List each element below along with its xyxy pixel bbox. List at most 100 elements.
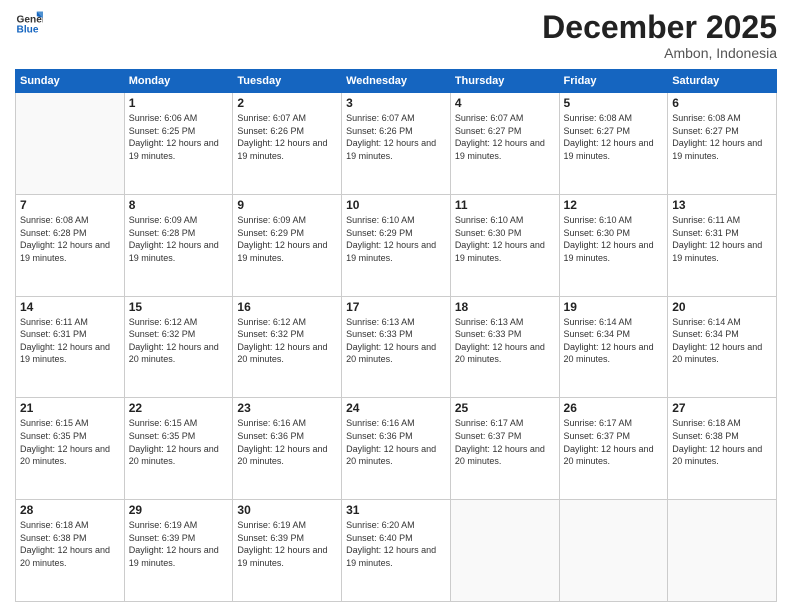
day-info: Sunrise: 6:19 AM Sunset: 6:39 PM Dayligh… — [237, 519, 337, 569]
day-info: Sunrise: 6:11 AM Sunset: 6:31 PM Dayligh… — [20, 316, 120, 366]
day-info: Sunrise: 6:07 AM Sunset: 6:27 PM Dayligh… — [455, 112, 555, 162]
day-number: 28 — [20, 503, 120, 517]
table-row: 6 Sunrise: 6:08 AM Sunset: 6:27 PM Daylig… — [668, 93, 777, 195]
day-number: 5 — [564, 96, 664, 110]
col-friday: Friday — [559, 70, 668, 93]
day-number: 18 — [455, 300, 555, 314]
day-info: Sunrise: 6:08 AM Sunset: 6:28 PM Dayligh… — [20, 214, 120, 264]
header: General Blue December 2025 Ambon, Indone… — [15, 10, 777, 61]
month-year: December 2025 — [542, 10, 777, 45]
table-row: 17 Sunrise: 6:13 AM Sunset: 6:33 PM Dayli… — [342, 296, 451, 398]
table-row: 12Sunrise: 6:10 AM Sunset: 6:30 PM Dayli… — [559, 194, 668, 296]
day-number: 6 — [672, 96, 772, 110]
day-info: Sunrise: 6:10 AM Sunset: 6:30 PM Dayligh… — [455, 214, 555, 264]
day-number: 10 — [346, 198, 446, 212]
table-row: 7Sunrise: 6:08 AM Sunset: 6:28 PM Daylig… — [16, 194, 125, 296]
table-row: 26 Sunrise: 6:17 AM Sunset: 6:37 PM Dayli… — [559, 398, 668, 500]
table-row: 16 Sunrise: 6:12 AM Sunset: 6:32 PM Dayli… — [233, 296, 342, 398]
general-blue-icon: General Blue — [15, 10, 43, 38]
day-info: Sunrise: 6:13 AM Sunset: 6:33 PM Dayligh… — [455, 316, 555, 366]
table-row: 30 Sunrise: 6:19 AM Sunset: 6:39 PM Dayli… — [233, 500, 342, 602]
day-number: 30 — [237, 503, 337, 517]
table-row — [16, 93, 125, 195]
day-number: 22 — [129, 401, 229, 415]
table-row: 4 Sunrise: 6:07 AM Sunset: 6:27 PM Daylig… — [450, 93, 559, 195]
day-info: Sunrise: 6:15 AM Sunset: 6:35 PM Dayligh… — [129, 417, 229, 467]
day-number: 12 — [564, 198, 664, 212]
day-number: 17 — [346, 300, 446, 314]
day-number: 25 — [455, 401, 555, 415]
day-info: Sunrise: 6:15 AM Sunset: 6:35 PM Dayligh… — [20, 417, 120, 467]
calendar-week-row: 7Sunrise: 6:08 AM Sunset: 6:28 PM Daylig… — [16, 194, 777, 296]
table-row: 31 Sunrise: 6:20 AM Sunset: 6:40 PM Dayli… — [342, 500, 451, 602]
calendar-week-row: 14Sunrise: 6:11 AM Sunset: 6:31 PM Dayli… — [16, 296, 777, 398]
table-row: 29Sunrise: 6:19 AM Sunset: 6:39 PM Dayli… — [124, 500, 233, 602]
day-info: Sunrise: 6:07 AM Sunset: 6:26 PM Dayligh… — [237, 112, 337, 162]
day-number: 24 — [346, 401, 446, 415]
day-info: Sunrise: 6:08 AM Sunset: 6:27 PM Dayligh… — [672, 112, 772, 162]
day-number: 13 — [672, 198, 772, 212]
col-wednesday: Wednesday — [342, 70, 451, 93]
day-info: Sunrise: 6:18 AM Sunset: 6:38 PM Dayligh… — [672, 417, 772, 467]
table-row: 1 Sunrise: 6:06 AM Sunset: 6:25 PM Daylig… — [124, 93, 233, 195]
calendar-header-row: Sunday Monday Tuesday Wednesday Thursday… — [16, 70, 777, 93]
col-saturday: Saturday — [668, 70, 777, 93]
calendar-week-row: 28 Sunrise: 6:18 AM Sunset: 6:38 PM Dayli… — [16, 500, 777, 602]
day-info: Sunrise: 6:07 AM Sunset: 6:26 PM Dayligh… — [346, 112, 446, 162]
day-number: 21 — [20, 401, 120, 415]
col-tuesday: Tuesday — [233, 70, 342, 93]
table-row: 3 Sunrise: 6:07 AM Sunset: 6:26 PM Daylig… — [342, 93, 451, 195]
day-info: Sunrise: 6:09 AM Sunset: 6:28 PM Dayligh… — [129, 214, 229, 264]
day-number: 16 — [237, 300, 337, 314]
day-number: 1 — [129, 96, 229, 110]
table-row: 24Sunrise: 6:16 AM Sunset: 6:36 PM Dayli… — [342, 398, 451, 500]
table-row — [559, 500, 668, 602]
table-row: 22 Sunrise: 6:15 AM Sunset: 6:35 PM Dayli… — [124, 398, 233, 500]
day-number: 11 — [455, 198, 555, 212]
day-number: 8 — [129, 198, 229, 212]
table-row: 18 Sunrise: 6:13 AM Sunset: 6:33 PM Dayli… — [450, 296, 559, 398]
title-block: December 2025 Ambon, Indonesia — [542, 10, 777, 61]
table-row: 11 Sunrise: 6:10 AM Sunset: 6:30 PM Dayli… — [450, 194, 559, 296]
calendar-week-row: 1 Sunrise: 6:06 AM Sunset: 6:25 PM Daylig… — [16, 93, 777, 195]
day-number: 29 — [129, 503, 229, 517]
day-number: 2 — [237, 96, 337, 110]
day-info: Sunrise: 6:06 AM Sunset: 6:25 PM Dayligh… — [129, 112, 229, 162]
day-number: 19 — [564, 300, 664, 314]
day-info: Sunrise: 6:18 AM Sunset: 6:38 PM Dayligh… — [20, 519, 120, 569]
day-info: Sunrise: 6:17 AM Sunset: 6:37 PM Dayligh… — [564, 417, 664, 467]
table-row: 27 Sunrise: 6:18 AM Sunset: 6:38 PM Dayli… — [668, 398, 777, 500]
day-info: Sunrise: 6:20 AM Sunset: 6:40 PM Dayligh… — [346, 519, 446, 569]
day-info: Sunrise: 6:13 AM Sunset: 6:33 PM Dayligh… — [346, 316, 446, 366]
day-number: 27 — [672, 401, 772, 415]
day-number: 23 — [237, 401, 337, 415]
day-number: 26 — [564, 401, 664, 415]
day-info: Sunrise: 6:12 AM Sunset: 6:32 PM Dayligh… — [237, 316, 337, 366]
day-info: Sunrise: 6:08 AM Sunset: 6:27 PM Dayligh… — [564, 112, 664, 162]
calendar-week-row: 21 Sunrise: 6:15 AM Sunset: 6:35 PM Dayli… — [16, 398, 777, 500]
col-monday: Monday — [124, 70, 233, 93]
day-number: 20 — [672, 300, 772, 314]
page: General Blue December 2025 Ambon, Indone… — [0, 0, 792, 612]
table-row: 25Sunrise: 6:17 AM Sunset: 6:37 PM Dayli… — [450, 398, 559, 500]
day-info: Sunrise: 6:16 AM Sunset: 6:36 PM Dayligh… — [237, 417, 337, 467]
svg-text:Blue: Blue — [17, 25, 39, 36]
table-row: 15 Sunrise: 6:12 AM Sunset: 6:32 PM Dayli… — [124, 296, 233, 398]
table-row: 8 Sunrise: 6:09 AM Sunset: 6:28 PM Daylig… — [124, 194, 233, 296]
table-row: 5 Sunrise: 6:08 AM Sunset: 6:27 PM Daylig… — [559, 93, 668, 195]
table-row: 10Sunrise: 6:10 AM Sunset: 6:29 PM Dayli… — [342, 194, 451, 296]
location: Ambon, Indonesia — [542, 45, 777, 61]
day-number: 4 — [455, 96, 555, 110]
table-row: 9Sunrise: 6:09 AM Sunset: 6:29 PM Daylig… — [233, 194, 342, 296]
table-row: 19Sunrise: 6:14 AM Sunset: 6:34 PM Dayli… — [559, 296, 668, 398]
calendar-table: Sunday Monday Tuesday Wednesday Thursday… — [15, 69, 777, 602]
table-row — [450, 500, 559, 602]
logo: General Blue — [15, 10, 43, 38]
day-info: Sunrise: 6:11 AM Sunset: 6:31 PM Dayligh… — [672, 214, 772, 264]
day-number: 15 — [129, 300, 229, 314]
table-row: 20 Sunrise: 6:14 AM Sunset: 6:34 PM Dayli… — [668, 296, 777, 398]
day-info: Sunrise: 6:14 AM Sunset: 6:34 PM Dayligh… — [672, 316, 772, 366]
day-number: 31 — [346, 503, 446, 517]
day-number: 3 — [346, 96, 446, 110]
day-info: Sunrise: 6:12 AM Sunset: 6:32 PM Dayligh… — [129, 316, 229, 366]
